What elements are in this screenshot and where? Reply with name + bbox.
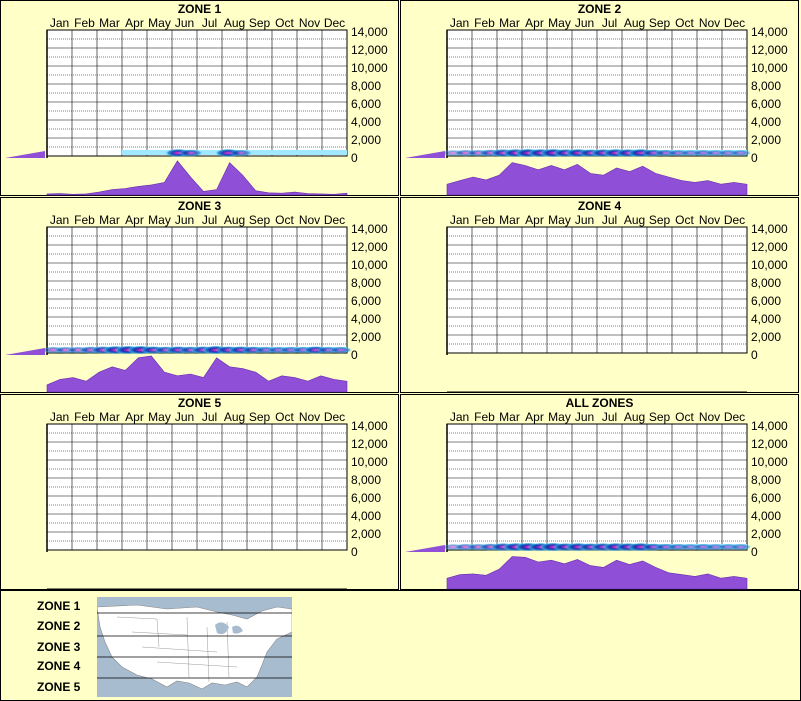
zone-chart — [405, 423, 752, 590]
monthly-profile — [46, 160, 348, 196]
heat-blob — [329, 346, 353, 354]
elevation-profile — [5, 151, 45, 158]
us-zone-map — [97, 597, 292, 697]
monthly-profile — [446, 162, 748, 196]
zone-legend: ZONE 1 ZONE 2 ZONE 3 ZONE 4 ZONE 5 — [0, 590, 801, 701]
zone-panel-2: ZONE 2 Jan Feb Mar Apr May Jun Jul Aug Sep Oct Nov D… — [400, 0, 799, 196]
monthly-profile — [46, 355, 348, 393]
zone-panel-4: ZONE 4 Jan Feb Mar Apr May Jun Jul Aug Sep Oct Nov D… — [400, 197, 799, 393]
elevation-profile — [405, 545, 445, 552]
heat-blob — [729, 543, 752, 551]
elevation-profile — [405, 151, 445, 158]
elevation-profile — [5, 348, 45, 355]
zone-panel-1: ZONE 1 Jan Feb Mar Apr May Jun Jul Aug Sep Oct Nov D… — [0, 0, 399, 196]
legend-zone-1: ZONE 1 — [37, 599, 81, 613]
legend-zone-4: ZONE 4 — [37, 659, 81, 673]
legend-zone-2: ZONE 2 — [37, 619, 81, 633]
heat-blob — [729, 149, 752, 157]
zone-chart — [5, 29, 348, 196]
legend-zone-3: ZONE 3 — [37, 640, 81, 654]
zone-panel-3: ZONE 3 Jan Feb Mar Apr May Jun Jul Aug Sep Oct Nov D… — [0, 197, 399, 393]
legend-zone-5: ZONE 5 — [37, 680, 81, 694]
zone-chart — [46, 423, 348, 590]
zone-panel-6: ALL ZONES Jan Feb Mar Apr May Jun Jul Aug Sep Oct N… — [400, 394, 799, 590]
zone-chart — [446, 226, 748, 393]
zone-panel-5: ZONE 5 Jan Feb Mar Apr May Jun Jul Aug Sep Oct Nov D… — [0, 394, 399, 590]
heat-blob — [178, 149, 203, 157]
monthly-profile — [446, 556, 748, 590]
zone-chart — [5, 226, 353, 393]
zone-chart — [405, 29, 752, 196]
heat-blob — [229, 149, 253, 157]
